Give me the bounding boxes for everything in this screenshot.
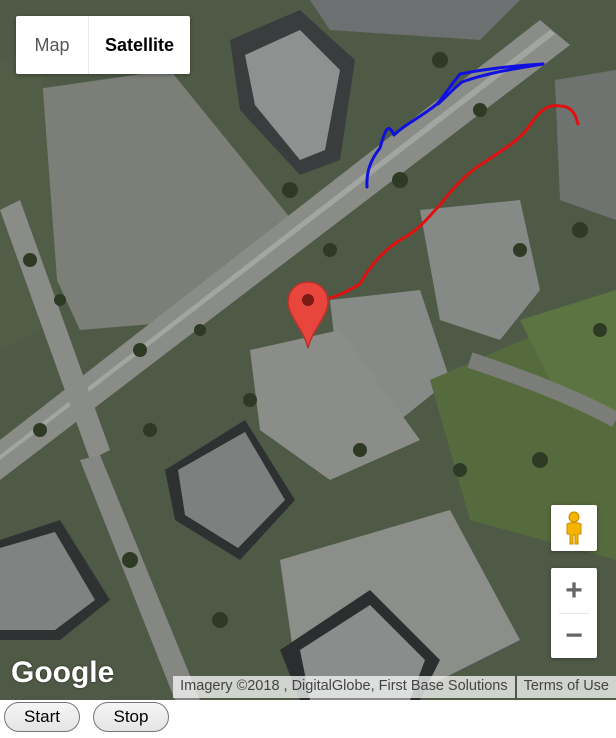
pegman-icon [566, 511, 582, 545]
blue-route [365, 62, 545, 189]
stop-button[interactable]: Stop [93, 702, 169, 732]
terms-of-use-link[interactable]: Terms of Use [516, 676, 616, 698]
street-view-button[interactable] [551, 505, 597, 551]
map-type-satellite-button[interactable]: Satellite [89, 16, 190, 74]
start-button[interactable]: Start [4, 702, 80, 732]
location-marker-icon[interactable] [286, 280, 330, 352]
map-type-map-button[interactable]: Map [16, 16, 89, 74]
satellite-map[interactable]: Map Satellite + − Google Imagery ©2018 ,… [0, 0, 616, 700]
attribution-bar: Imagery ©2018 , DigitalGlobe, First Base… [173, 676, 616, 698]
google-logo: Google [11, 656, 115, 689]
zoom-out-button[interactable]: − [551, 613, 597, 658]
imagery-attribution: Imagery ©2018 , DigitalGlobe, First Base… [173, 676, 515, 698]
tracking-controls: Start Stop [0, 700, 616, 738]
zoom-control: + − [551, 568, 597, 658]
red-route [328, 104, 580, 300]
map-type-control: Map Satellite [16, 16, 190, 74]
zoom-in-button[interactable]: + [551, 568, 597, 613]
zoom-divider [559, 613, 589, 614]
